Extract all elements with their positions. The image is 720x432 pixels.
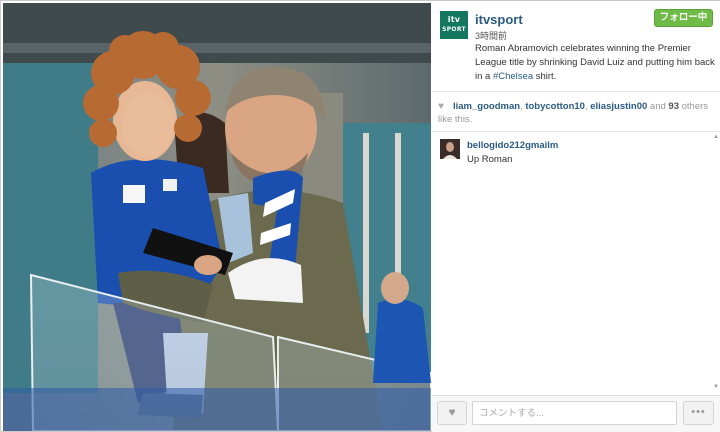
account-username[interactable]: itvsport [475, 12, 523, 27]
caption-end: shirt. [533, 71, 557, 82]
commenter-avatar-image [440, 139, 460, 159]
post-photo[interactable] [3, 3, 431, 431]
post-caption: Roman Abramovich celebrates winning the … [475, 42, 715, 84]
scroll-up-arrow-icon[interactable]: ▲ [713, 134, 719, 140]
logo-line-1: itv [447, 15, 461, 24]
likes-divider [432, 131, 720, 132]
more-dots-icon: ••• [691, 406, 706, 418]
liker-user[interactable]: tobycotton10 [525, 101, 585, 112]
heart-icon: ♥ [448, 405, 456, 419]
comments-scrollbar[interactable]: ▲ ▼ [713, 134, 719, 394]
post-timestamp: 3時間前 [475, 31, 508, 41]
more-options-button[interactable]: ••• [683, 401, 714, 425]
scroll-down-arrow-icon[interactable]: ▼ [713, 384, 719, 390]
like-button[interactable]: ♥ [437, 401, 467, 425]
caption-hashtag[interactable]: #Chelsea [493, 71, 533, 82]
liker-user[interactable]: liam_goodman [453, 101, 520, 112]
likes-summary: ♥ liam_goodman, tobycotton10, eliasjustin… [438, 100, 718, 126]
comment-username[interactable]: bellogido212gmailm [467, 140, 558, 151]
comment-input[interactable] [472, 401, 677, 425]
logo-line-2: SPORT [442, 26, 466, 33]
liker-user[interactable]: eliasjustin00 [590, 101, 647, 112]
likes-count[interactable]: 93 [668, 101, 679, 112]
commenter-avatar[interactable] [440, 139, 460, 159]
post-sidebar: itv SPORT itvsport 3時間前 フォロー中 Roman Abra… [432, 1, 720, 432]
post-header: itv SPORT itvsport 3時間前 フォロー中 Roman Abra… [432, 1, 720, 89]
likes-and: and [647, 101, 669, 112]
comment-footer: ♥ ••• [432, 395, 720, 432]
heart-icon: ♥ [438, 101, 444, 112]
following-button[interactable]: フォロー中 [654, 9, 713, 27]
post-photo-illustration [3, 3, 431, 431]
header-divider [432, 91, 720, 92]
instagram-embed: itv SPORT itvsport 3時間前 フォロー中 Roman Abra… [0, 0, 720, 432]
comment-text: Up Roman [467, 154, 513, 165]
itv-sport-logo[interactable]: itv SPORT [440, 11, 468, 39]
